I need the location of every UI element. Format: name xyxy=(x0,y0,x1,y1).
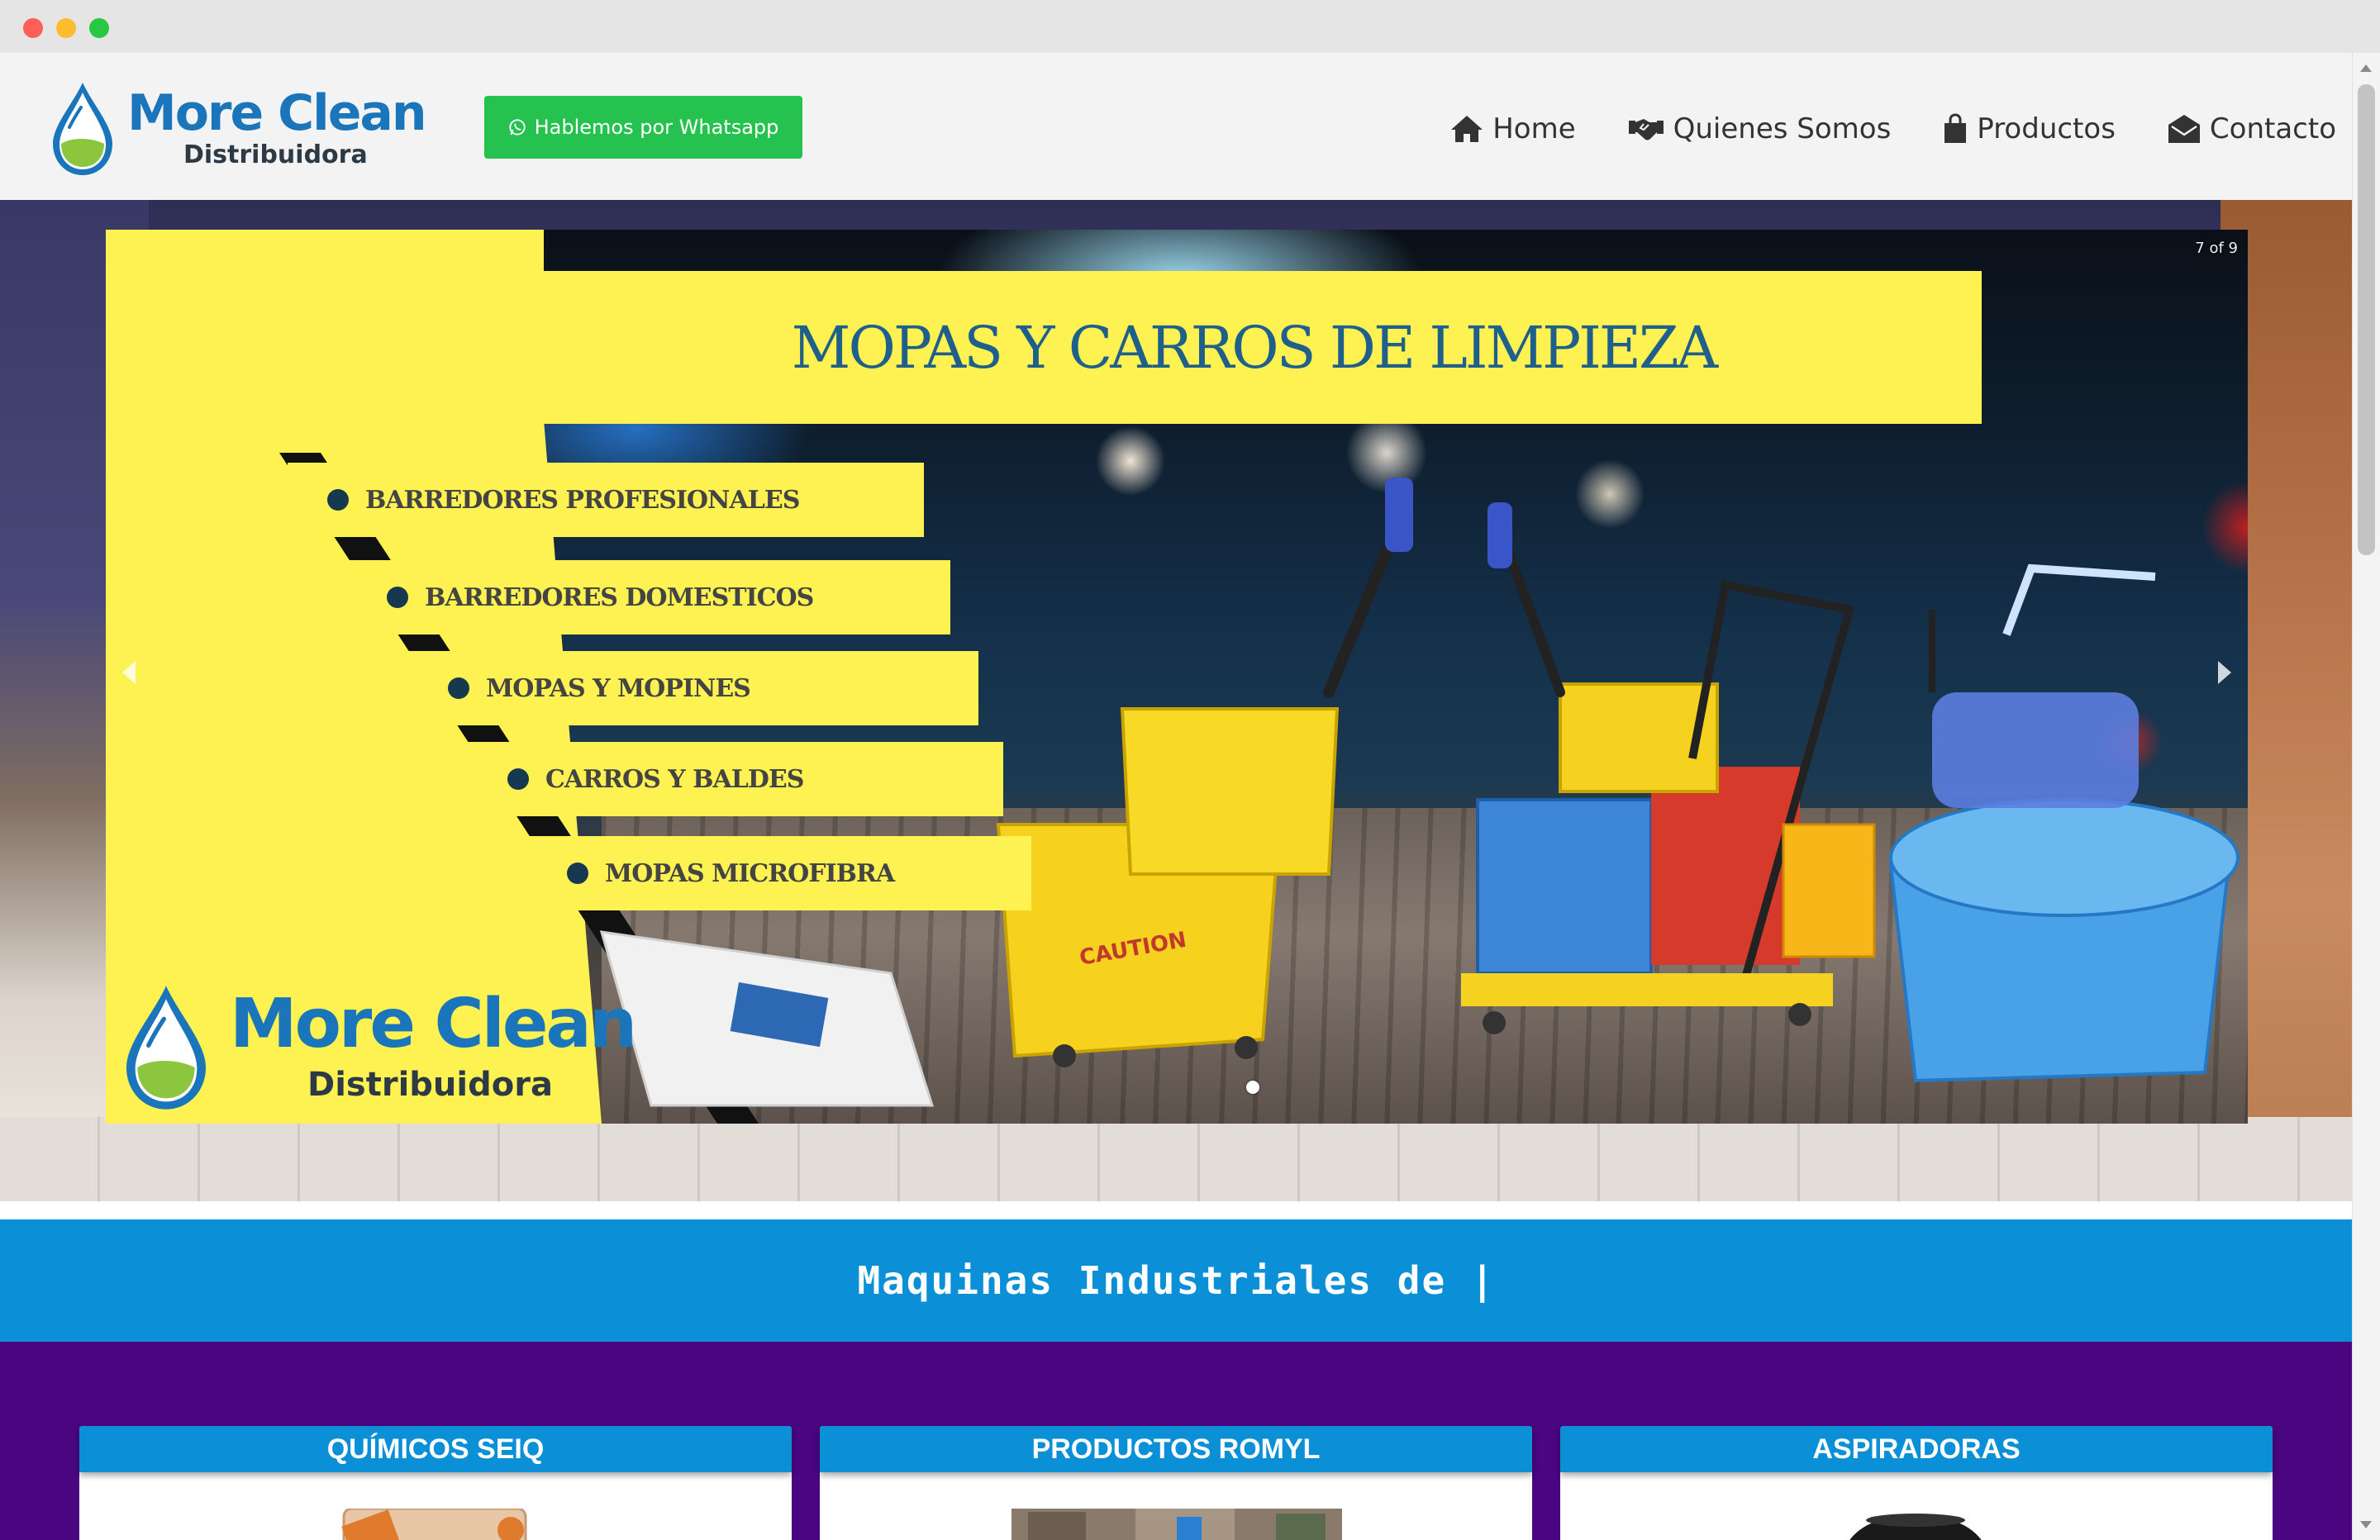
handshake-icon xyxy=(1628,119,1664,140)
nav-item-label: Productos xyxy=(1977,112,2116,145)
product-categories-section: QUÍMICOS SEIQ PRODUCTOS ROMYL ASPIRADORA… xyxy=(0,1342,2353,1540)
site-header: More Clean Distribuidora Hablemos por Wh… xyxy=(0,53,2353,200)
hero-section: CAUTION MOPAS Y CARROS DE LIMPIEZA BARRE… xyxy=(0,200,2353,1201)
page-scrollbar[interactable] xyxy=(2352,53,2380,1540)
nav-item-home[interactable]: Home xyxy=(1449,112,1576,145)
slider-pagination-dot[interactable] xyxy=(1246,1081,1259,1094)
slide-feature-label: CARROS Y BALDES xyxy=(545,764,804,794)
slide-feature-label: BARREDORES PROFESIONALES xyxy=(365,485,800,515)
tagline-text: Maquinas Industriales de | xyxy=(857,1258,1496,1303)
slide-feature-item: MOPAS Y MOPINES xyxy=(408,651,978,725)
slide-title: MOPAS Y CARROS DE LIMPIEZA xyxy=(791,313,1718,382)
home-icon xyxy=(1451,116,1483,142)
window-titlebar xyxy=(0,0,2380,54)
whatsapp-icon xyxy=(508,119,526,135)
hero-background-floor xyxy=(0,1117,2353,1201)
slide-brand-subtitle: Distribuidora xyxy=(307,1066,553,1104)
bullet-icon xyxy=(567,863,588,884)
brand-subtitle: Distribuidora xyxy=(183,140,368,169)
slide-feature-label: BARREDORES DOMESTICOS xyxy=(425,582,814,612)
category-card-title[interactable]: ASPIRADORAS xyxy=(1560,1426,2273,1472)
category-thumbnail xyxy=(1011,1509,1342,1540)
category-card-title[interactable]: QUÍMICOS SEIQ xyxy=(79,1426,792,1472)
slider-next-arrow-icon[interactable] xyxy=(2218,661,2231,684)
slide-counter: 7 of 9 xyxy=(2195,240,2238,257)
water-drop-logo-icon xyxy=(53,83,112,175)
main-nav: Home Quienes Somos Productos Contacto xyxy=(1449,104,2336,154)
shopping-bag-icon xyxy=(1944,113,1967,143)
site-logo[interactable]: More Clean Distribuidora xyxy=(50,78,427,177)
brand-name: More Clean xyxy=(127,84,427,142)
slide-feature-item: MOPAS MICROFIBRA xyxy=(527,836,1031,910)
envelope-open-icon xyxy=(2168,115,2200,143)
slide-feature-item: CARROS Y BALDES xyxy=(468,742,1003,816)
category-card-title[interactable]: PRODUCTOS ROMYL xyxy=(820,1426,1532,1472)
slide-feature-item: BARREDORES PROFESIONALES xyxy=(288,463,924,537)
whatsapp-button[interactable]: Hablemos por Whatsapp xyxy=(484,96,802,159)
nav-item-label: Home xyxy=(1492,112,1576,145)
whatsapp-button-label: Hablemos por Whatsapp xyxy=(534,116,779,139)
close-window-button[interactable] xyxy=(23,18,43,38)
category-card-quimicos-seiq[interactable]: QUÍMICOS SEIQ xyxy=(79,1426,792,1540)
slide-brand-name: More Clean xyxy=(230,985,637,1063)
scroll-down-arrow-icon[interactable] xyxy=(2360,1521,2372,1528)
page: More Clean Distribuidora Hablemos por Wh… xyxy=(0,53,2353,1540)
nav-item-quienes-somos[interactable]: Quienes Somos xyxy=(1627,112,1892,145)
water-drop-logo-icon xyxy=(126,986,206,1110)
category-thumbnail xyxy=(1849,1514,1982,1540)
bullet-icon xyxy=(507,768,529,790)
bullet-icon xyxy=(387,587,408,608)
nav-item-contacto[interactable]: Contacto xyxy=(2167,112,2336,145)
nav-item-label: Contacto xyxy=(2209,112,2336,145)
minimize-window-button[interactable] xyxy=(56,18,76,38)
slide-feature-label: MOPAS MICROFIBRA xyxy=(605,858,895,888)
category-card-productos-romyl[interactable]: PRODUCTOS ROMYL xyxy=(820,1426,1532,1540)
browser-viewport: More Clean Distribuidora Hablemos por Wh… xyxy=(0,53,2380,1540)
maximize-window-button[interactable] xyxy=(89,18,109,38)
nav-item-label: Quienes Somos xyxy=(1673,112,1892,145)
bullet-icon xyxy=(327,489,349,511)
bullet-icon xyxy=(448,677,469,699)
scroll-up-arrow-icon[interactable] xyxy=(2360,64,2372,72)
category-thumbnail xyxy=(341,1509,527,1540)
category-card-aspiradoras[interactable]: ASPIRADORAS xyxy=(1560,1426,2273,1540)
scrollbar-thumb[interactable] xyxy=(2358,84,2375,555)
slide-feature-item: BARREDORES DOMESTICOS xyxy=(347,560,950,635)
slide-title-box: MOPAS Y CARROS DE LIMPIEZA xyxy=(526,271,1982,424)
tagline-band: Maquinas Industriales de | xyxy=(0,1219,2353,1342)
slide-feature-label: MOPAS Y MOPINES xyxy=(486,673,751,703)
slide-logo: More Clean Distribuidora xyxy=(121,982,637,1114)
nav-item-productos[interactable]: Productos xyxy=(1942,112,2116,145)
slider-prev-arrow-icon[interactable] xyxy=(122,661,136,684)
slider[interactable]: CAUTION MOPAS Y CARROS DE LIMPIEZA BARRE… xyxy=(106,230,2248,1124)
